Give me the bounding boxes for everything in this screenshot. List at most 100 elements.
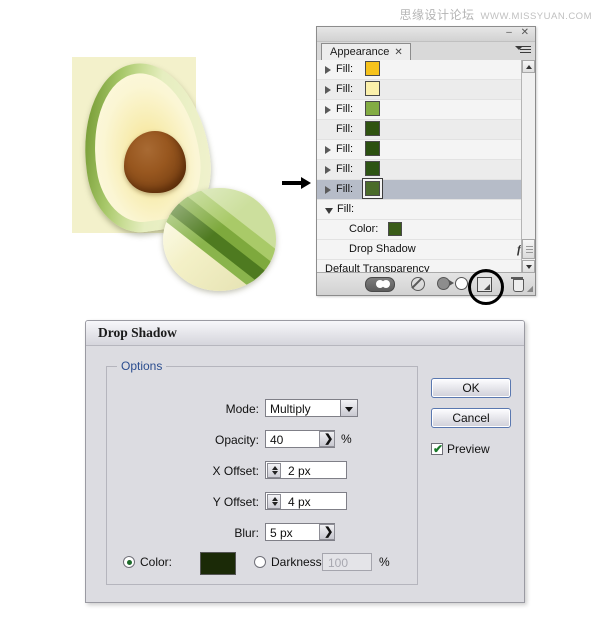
scrollbar-thumb[interactable] [522,239,535,259]
fill-color-swatch[interactable] [365,121,381,136]
mode-dropdown-arrow-icon[interactable] [341,399,358,417]
scroll-up-button[interactable] [522,60,535,73]
field-y-offset: Y Offset: 4 px [107,492,417,514]
appearance-row-label: Fill: [336,183,354,195]
shadow-color-chip[interactable] [388,221,403,236]
darkness-radio[interactable] [254,556,266,568]
field-blur: Blur: 5 px ❯ [107,523,417,545]
appearance-row-label: Fill: [336,83,354,95]
resize-grip-icon[interactable]: ◢ [527,284,533,293]
delete-item-button[interactable] [511,277,524,292]
fill-stroke-toggle-button[interactable] [365,277,395,292]
field-x-offset: X Offset: 2 px [107,461,417,483]
appearance-row[interactable]: Fill: [317,140,535,160]
panel-bottom-toolbar: ◢ [317,269,535,305]
disclosure-triangle-right-icon[interactable] [325,85,331,94]
disclosure-triangle-right-icon[interactable] [325,145,331,154]
watermark-chinese-text: 思缘设计论坛 [399,8,475,22]
ok-button[interactable]: OK [431,378,511,398]
fill-color-swatch[interactable] [365,61,381,76]
menu-line [520,46,531,47]
highlight-annotation-circle [468,269,504,305]
menu-line [520,52,531,53]
appearance-row[interactable]: Fill: [317,120,535,140]
mode-label: Mode: [225,402,259,416]
disclosure-triangle-right-icon[interactable] [325,65,331,74]
dialog-body: Options Mode: Multiply Opacity: 40 ❯ % X… [86,346,524,602]
preview-checkbox-row[interactable]: ✔ Preview [431,442,490,456]
shadow-color-swatch[interactable] [200,552,236,575]
blur-popup-arrow-icon[interactable]: ❯ [319,524,335,540]
appearance-sub-row[interactable]: Drop Shadowfx [317,240,535,260]
appearance-row[interactable]: Fill: [317,200,535,220]
darkness-label: Darkness: [271,555,326,569]
appearance-row-label: Fill: [336,63,354,75]
cancel-button[interactable]: Cancel [431,408,511,428]
x-offset-label: X Offset: [212,464,259,478]
fill-color-swatch[interactable] [365,101,381,116]
dialog-title: Drop Shadow [86,321,524,346]
x-offset-stepper[interactable] [267,463,281,478]
blur-label: Blur: [234,526,259,540]
appearance-row-label: Fill: [336,103,354,115]
avocado-pit-shape [124,131,186,193]
site-watermark: 思缘设计论坛 WWW.MISSYUAN.COM [400,6,592,23]
appearance-row-label: Fill: [336,143,354,155]
panel-titlebar: – ✕ [317,27,535,42]
appearance-row[interactable]: Fill: [317,60,535,80]
disclosure-triangle-right-icon[interactable] [325,185,331,194]
zoom-detail-bubble [163,188,276,291]
preview-label: Preview [447,442,490,456]
field-mode: Mode: Multiply [107,399,417,421]
appearance-sub-row[interactable]: Color: [317,220,535,240]
pointer-arrow-icon [282,177,311,189]
disclosure-triangle-right-icon[interactable] [325,165,331,174]
tab-appearance-label: Appearance [330,46,390,58]
fill-color-swatch[interactable] [365,181,381,196]
mode-select[interactable]: Multiply [265,399,341,417]
disclosure-triangle-right-icon[interactable] [325,105,331,114]
disclosure-triangle-down-icon[interactable] [325,207,333,214]
appearance-row[interactable]: Fill: [317,80,535,100]
clear-appearance-button[interactable] [411,277,425,291]
appearance-row-label: Fill: [336,163,354,175]
appearance-sub-row-label: Color: [349,223,379,235]
opacity-unit: % [341,432,352,446]
color-label: Color: [140,555,173,569]
color-darkness-row: Color: Darkness: 100 % [123,552,413,575]
fill-color-swatch[interactable] [365,81,381,96]
darkness-unit: % [379,555,390,569]
appearance-row[interactable]: Fill: [317,180,535,200]
opacity-label: Opacity: [214,433,259,447]
y-offset-label: Y Offset: [212,495,259,509]
preview-checkbox[interactable]: ✔ [431,443,443,455]
tab-appearance[interactable]: Appearance ✕ [321,43,411,61]
fill-color-swatch[interactable] [365,141,381,156]
appearance-item-list[interactable]: Fill: Fill: Fill: Fill: Fill: Fill: Fill: Fill:… [317,60,535,273]
check-icon: ✔ [433,442,444,456]
menu-line [520,49,531,50]
opacity-popup-arrow-icon[interactable]: ❯ [319,431,335,447]
panel-menu-icon[interactable] [515,43,531,58]
duplicate-item-button[interactable] [437,277,468,290]
appearance-row[interactable]: Fill: [317,100,535,120]
color-radio[interactable] [123,556,135,568]
options-legend: Options [117,359,167,373]
detail-gloss-overlay [163,188,276,291]
y-offset-stepper[interactable] [267,494,281,509]
fill-color-swatch[interactable] [365,161,381,176]
panel-window-buttons[interactable]: – ✕ [506,27,532,39]
appearance-row-label: Fill: [336,123,354,135]
field-opacity: Opacity: 40 ❯ % [107,430,417,452]
appearance-row-label: Fill: [337,203,355,215]
panel-scrollbar[interactable] [521,60,535,273]
tab-close-icon[interactable]: ✕ [394,47,402,58]
watermark-url-text: WWW.MISSYUAN.COM [480,11,592,22]
drop-shadow-dialog[interactable]: Drop Shadow Options Mode: Multiply Opaci… [85,320,525,603]
appearance-row[interactable]: Fill: [317,160,535,180]
appearance-sub-row-label: Drop Shadow [349,243,416,255]
options-group: Options Mode: Multiply Opacity: 40 ❯ % X… [106,359,418,585]
darkness-input[interactable]: 100 [322,553,372,571]
appearance-panel[interactable]: – ✕ Appearance ✕ Fill: Fill: Fill: Fill: Fill… [316,26,536,305]
panel-tab-row: Appearance ✕ [317,42,535,61]
